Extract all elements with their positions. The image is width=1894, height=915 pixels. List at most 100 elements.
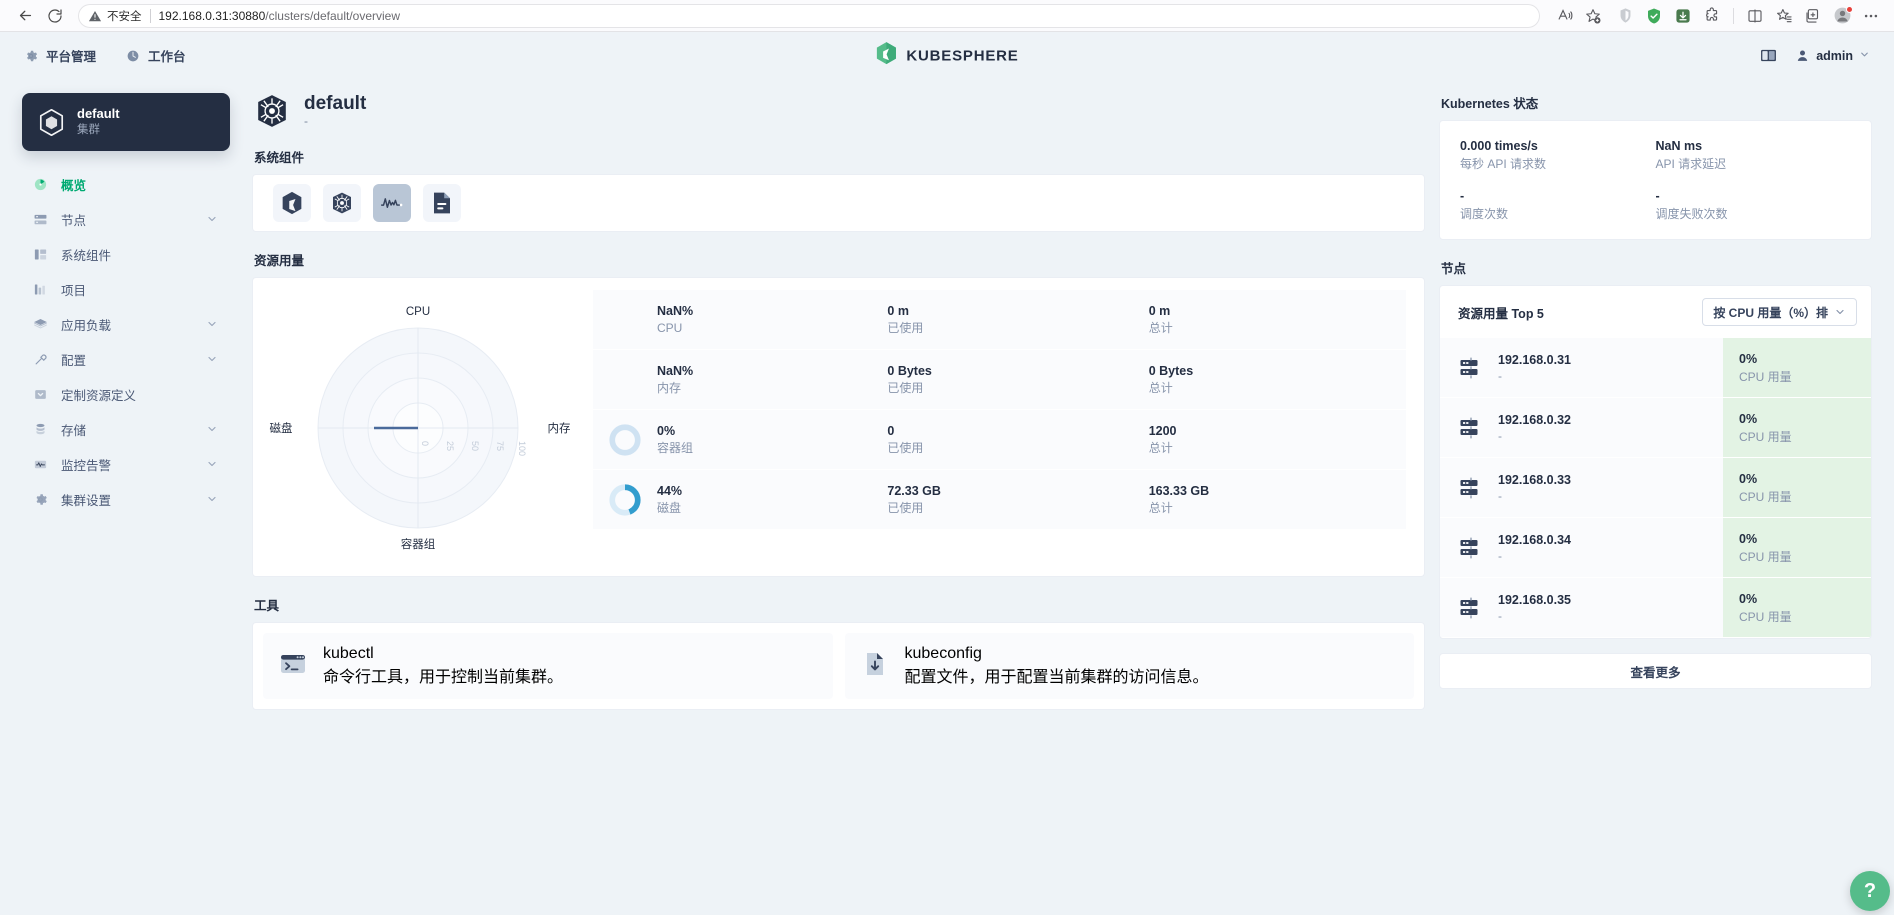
node-row[interactable]: 192.168.0.32 - 0% CPU 用量 <box>1440 398 1871 458</box>
sidebar-item-overview[interactable]: 概览 <box>22 167 230 201</box>
server-icon <box>1458 475 1484 501</box>
shield-icon[interactable] <box>1641 4 1667 28</box>
usage-used-value: 0 <box>887 424 895 439</box>
kubesphere-component-icon[interactable] <box>273 184 311 222</box>
chevron-down-icon <box>206 318 218 330</box>
sidebar-item-label: 存储 <box>61 423 87 438</box>
node-metric-label: CPU 用量 <box>1739 429 1792 444</box>
node-name: 192.168.0.32 <box>1498 412 1571 427</box>
monitoring-wave-component-icon[interactable] <box>373 184 411 222</box>
tool-name: kubeconfig <box>904 645 982 662</box>
brave-icon[interactable] <box>1612 4 1638 28</box>
sidebar-item-monitoring[interactable]: 监控告警 <box>22 447 230 481</box>
usage-used-label: 已使用 <box>887 441 924 456</box>
node-info: 192.168.0.35 - <box>1440 578 1723 637</box>
kubernetes-status-card: 0.000 times/s 每秒 API 请求数 NaN ms API 请求延迟… <box>1439 120 1872 241</box>
usage-percent: 0% <box>657 424 676 439</box>
k8s-stat-value: NaN ms <box>1655 139 1703 153</box>
kubernetes-component-icon[interactable] <box>323 184 361 222</box>
usage-percent: 44% <box>657 484 683 499</box>
sidebar-item-projects[interactable]: 项目 <box>22 272 230 306</box>
address-bar[interactable]: 不安全 192.168.0.31:30880/clusters/default/… <box>78 3 1540 28</box>
kubesphere-brand[interactable]: KUBESPHERE <box>875 41 1018 70</box>
platform-management-link[interactable]: 平台管理 <box>24 46 96 65</box>
sidebar-item-label: 集群设置 <box>61 493 112 508</box>
sidebar-item-crd[interactable]: 定制资源定义 <box>22 377 230 411</box>
node-row[interactable]: 192.168.0.35 - 0% CPU 用量 <box>1440 578 1871 638</box>
toolbar-divider <box>1733 7 1734 24</box>
security-status[interactable]: 不安全 <box>88 8 142 24</box>
system-components-section-title: 系统组件 <box>254 151 305 165</box>
kubesphere-logo-icon <box>875 41 897 70</box>
usage-used: 0 Bytes 已使用 <box>887 362 1134 397</box>
settings-more-icon[interactable] <box>1858 4 1884 28</box>
usage-used-value: 0 Bytes <box>887 364 932 379</box>
k8s-stat-label: 每秒 API 请求数 <box>1460 156 1547 171</box>
help-icon[interactable]: ? <box>1850 871 1890 911</box>
node-metric-label: CPU 用量 <box>1739 489 1792 504</box>
k8s-stat-api-requests: 0.000 times/s 每秒 API 请求数 <box>1460 137 1656 173</box>
omnibox-divider <box>149 8 151 23</box>
node-row[interactable]: 192.168.0.33 - 0% CPU 用量 <box>1440 458 1871 518</box>
browser-essentials-icon[interactable] <box>1800 4 1826 28</box>
sidebar-item-workloads[interactable]: 应用负载 <box>22 307 230 341</box>
sidebar-item-system-components[interactable]: 系统组件 <box>22 237 230 271</box>
tool-text-group: kubeconfig 配置文件，用于配置当前集群的访问信息。 <box>905 645 1209 687</box>
usage-name: 容器组 <box>657 441 694 456</box>
tool-desc: 命令行工具，用于控制当前集群。 <box>323 669 564 686</box>
docs-icon[interactable] <box>1760 48 1777 63</box>
usage-donut-disk <box>607 483 643 517</box>
split-screen-icon[interactable] <box>1742 4 1768 28</box>
usage-used: 0 已使用 <box>887 422 1134 457</box>
node-text-group: 192.168.0.35 - <box>1498 591 1571 625</box>
k8s-stat-schedule-failures: - 调度失败次数 <box>1656 187 1852 223</box>
node-metric: 0% CPU 用量 <box>1723 518 1871 578</box>
sidebar-item-configuration[interactable]: 配置 <box>22 342 230 376</box>
node-metric-label: CPU 用量 <box>1739 609 1792 624</box>
config-icon <box>32 352 48 367</box>
radar-tick-100: 100 <box>517 441 527 456</box>
sidebar-item-label: 配置 <box>61 353 87 368</box>
usage-used-label: 已使用 <box>887 321 924 336</box>
sidebar-nav: 概览 节点 系统组件 项目 应用负载 配置 定制资源定义 存储 监控告警 集群设… <box>22 167 230 516</box>
tool-item-kubectl[interactable]: kubectl 命令行工具，用于控制当前集群。 <box>263 633 833 699</box>
node-sub: - <box>1498 549 1502 564</box>
node-row[interactable]: 192.168.0.34 - 0% CPU 用量 <box>1440 518 1871 578</box>
reload-icon[interactable] <box>40 3 70 29</box>
view-more-button[interactable]: 查看更多 <box>1439 653 1872 690</box>
tool-item-kubeconfig[interactable]: kubeconfig 配置文件，用于配置当前集群的访问信息。 <box>844 633 1414 699</box>
read-aloud-icon[interactable] <box>1552 4 1578 28</box>
back-arrow-icon[interactable] <box>10 3 40 29</box>
node-metric: 0% CPU 用量 <box>1723 398 1871 458</box>
extensions-icon[interactable] <box>1699 4 1725 28</box>
usage-metric: 44% 磁盘 <box>657 482 873 517</box>
workbench-link[interactable]: 工作台 <box>126 46 186 65</box>
k8s-stat-label: 调度失败次数 <box>1655 206 1728 221</box>
collections-icon[interactable] <box>1771 4 1797 28</box>
user-menu[interactable]: admin <box>1795 48 1870 63</box>
cluster-name: default <box>77 106 120 122</box>
node-info: 192.168.0.31 - <box>1440 338 1723 397</box>
radar-axis-label-pods: 容器组 <box>401 537 436 551</box>
download-icon[interactable] <box>1670 4 1696 28</box>
sidebar-item-nodes[interactable]: 节点 <box>22 202 230 236</box>
sidebar-item-storage[interactable]: 存储 <box>22 412 230 446</box>
chevron-down-icon <box>1859 49 1870 63</box>
overview-icon <box>32 177 48 192</box>
sidebar-item-cluster-settings[interactable]: 集群设置 <box>22 482 230 516</box>
node-metric-label: CPU 用量 <box>1739 549 1792 564</box>
node-sort-dropdown[interactable]: 按 CPU 用量（%）排 <box>1702 298 1857 327</box>
node-row[interactable]: 192.168.0.31 - 0% CPU 用量 <box>1440 338 1871 398</box>
cluster-selector-card[interactable]: default 集群 <box>22 93 230 151</box>
radar-axis-label-disk: 磁盘 <box>270 421 293 435</box>
profile-avatar-icon[interactable] <box>1829 4 1855 28</box>
add-favorite-icon[interactable] <box>1580 4 1606 28</box>
usage-used: 0 m 已使用 <box>887 302 1134 337</box>
settings-icon <box>32 492 48 507</box>
k8s-stat-label: API 请求延迟 <box>1655 156 1727 171</box>
node-metric-value: 0% <box>1739 592 1758 606</box>
monitoring-icon <box>32 457 48 472</box>
node-metric-label: CPU 用量 <box>1739 369 1792 384</box>
logging-doc-component-icon[interactable] <box>423 184 461 222</box>
usage-used-label: 已使用 <box>887 381 924 396</box>
